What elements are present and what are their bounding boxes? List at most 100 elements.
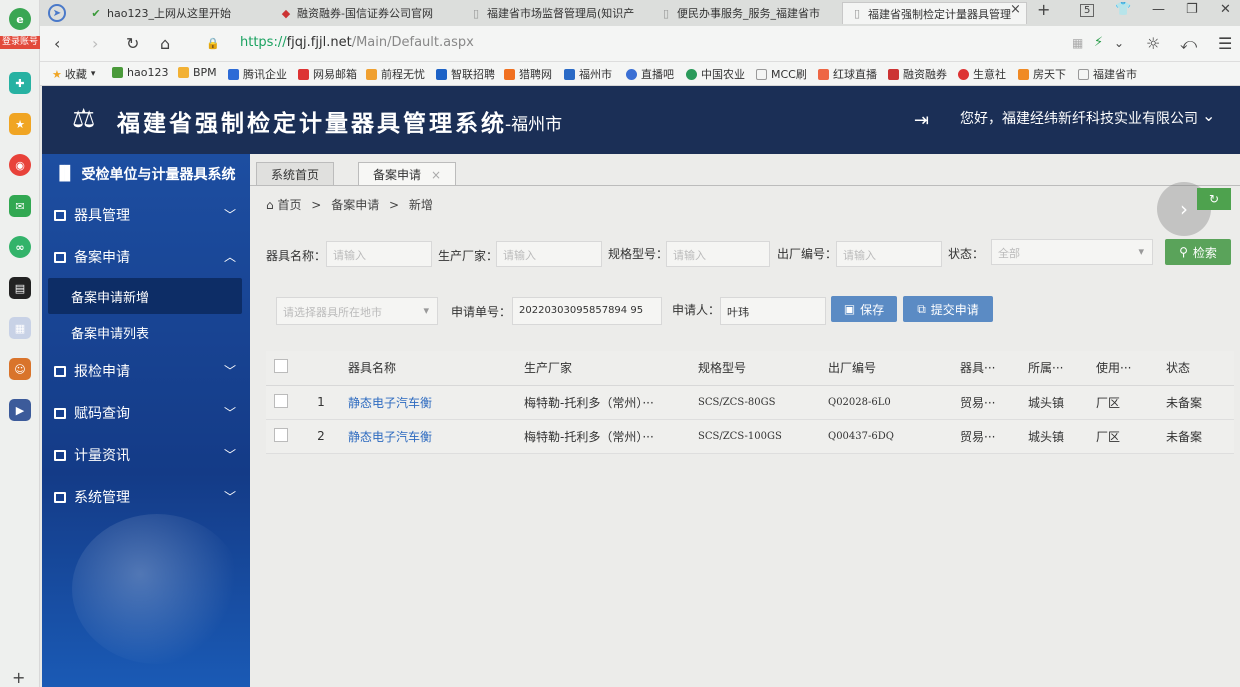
minimize-icon[interactable]: — [1152, 2, 1165, 17]
weibo-icon[interactable]: ◉ [9, 154, 31, 176]
bookmark-163mail[interactable]: 网易邮箱 [298, 66, 357, 82]
bookmark-bpm[interactable]: BPM [178, 66, 217, 79]
chevron-up-icon: ︿ [223, 250, 236, 264]
browser-tab-service[interactable]: ▯ 便民办事服务_服务_福建省市 [652, 2, 842, 24]
forward-icon[interactable]: › [92, 34, 98, 53]
liepin-icon [504, 68, 515, 80]
mail-app-icon[interactable]: ✉ [9, 195, 31, 217]
home-icon[interactable]: ⌂ [160, 34, 170, 53]
browser-tab-active[interactable]: ▯ 福建省强制检定计量器具管理 [842, 2, 1027, 24]
filter-model-input[interactable]: 请输入 [666, 241, 770, 267]
order-number-input[interactable]: 20220303095857894 95 [512, 297, 662, 325]
save-button[interactable]: ▣ 保存 [831, 296, 897, 322]
star-app-icon[interactable]: ★ [9, 113, 31, 135]
filter-maker-input[interactable]: 请输入 [496, 241, 602, 267]
table-row[interactable]: 2 静态电子汽车衡 梅特勒-托利多（常州）··· SCS/ZCS-100GS Q… [266, 419, 1234, 454]
col-belong[interactable]: 所属··· [1020, 351, 1088, 386]
brightness-icon[interactable]: ☼ [1146, 34, 1160, 53]
row-name-link[interactable]: 静态电子汽车衡 [340, 385, 516, 420]
lightning-icon[interactable]: ⚡ [1094, 35, 1103, 50]
select-all-checkbox[interactable] [274, 359, 288, 374]
restore-icon[interactable]: ❐ [1186, 2, 1198, 17]
sidebar-item-inspection[interactable]: 报检申请 ﹀ [42, 350, 250, 392]
col-type[interactable]: 器具··· [952, 351, 1020, 386]
bookmark-tencent[interactable]: 腾讯企业 [228, 66, 287, 82]
close-window-icon[interactable]: ✕ [1220, 2, 1231, 17]
reload-icon[interactable]: ↻ [126, 34, 139, 53]
tab-filing[interactable]: 备案申请 × [358, 162, 457, 186]
tab-close-icon[interactable]: × [1010, 2, 1021, 17]
news-app-icon[interactable]: ▤ [9, 277, 31, 299]
row-serial: Q02028-6L0 [820, 385, 952, 420]
col-name[interactable]: 器具名称 [340, 351, 516, 386]
new-tab-icon[interactable]: + [1037, 0, 1050, 19]
col-use[interactable]: 使用··· [1088, 351, 1158, 386]
bookmark-fuzhou[interactable]: 福州市 [564, 66, 612, 82]
order-number-label: 申请单号： [451, 305, 512, 319]
tab-home[interactable]: 系统首页 [256, 162, 335, 186]
guosen-icon [888, 68, 899, 80]
bookmark-zhibo8[interactable]: 直播吧 [626, 66, 674, 82]
sidebar-item-code-query[interactable]: 赋码查询 ﹀ [42, 392, 250, 434]
bookmark-100ppi[interactable]: 生意社 [958, 66, 1006, 82]
col-maker[interactable]: 生产厂家 [516, 351, 690, 386]
row-checkbox[interactable] [274, 427, 288, 442]
sidebar-item-news[interactable]: 计量资讯 ﹀ [42, 434, 250, 476]
close-icon[interactable]: × [431, 168, 441, 182]
game-app-icon[interactable]: ☺ [9, 358, 31, 380]
add-icon[interactable]: + [12, 668, 25, 687]
row-use: 厂区 [1088, 385, 1158, 420]
sidebar-item-equipment[interactable]: 器具管理 ﹀ [42, 194, 250, 236]
city-select[interactable]: 请选择器具所在地市 ▾ [276, 297, 438, 325]
bookmark-zhaopin[interactable]: 智联招聘 [436, 66, 495, 82]
back-icon[interactable]: ‹ [54, 34, 60, 53]
bookmark-hongqiu[interactable]: 红球直播 [818, 66, 877, 82]
link-app-icon[interactable]: ∞ [9, 236, 31, 258]
logout-icon[interactable]: ⇥ [914, 110, 929, 131]
skin-icon[interactable]: 👕 [1115, 2, 1131, 17]
table-row[interactable]: 1 静态电子汽车衡 梅特勒-托利多（常州）··· SCS/ZCS-80GS Q0… [266, 385, 1234, 420]
bookmark-favorites[interactable]: ★ 收藏 ▾ [52, 66, 95, 82]
sidebar-subitem-filing-list[interactable]: 备案申请列表 [42, 314, 250, 350]
chevron-down-icon[interactable]: ⌄ [1202, 106, 1215, 125]
qr-icon[interactable]: ▦ [1072, 36, 1083, 50]
login-badge[interactable]: 登录账号 [0, 36, 40, 49]
filter-serial-input[interactable]: 请输入 [836, 241, 942, 267]
bookmark-51job[interactable]: 前程无忧 [366, 66, 425, 82]
video-app-icon[interactable]: ▶ [9, 399, 31, 421]
doc-app-icon[interactable]: ▦ [9, 317, 31, 339]
bookmark-liepin[interactable]: 猎聘网 [504, 66, 552, 82]
submit-button[interactable]: ⧉ 提交申请 [903, 296, 993, 322]
search-button[interactable]: ⚲ 检索 [1165, 239, 1231, 265]
row-name-link[interactable]: 静态电子汽车衡 [340, 419, 516, 454]
bookmark-rzrq[interactable]: 融资融券 [888, 66, 947, 82]
col-status[interactable]: 状态 [1158, 351, 1234, 386]
chevron-down-icon: ﹀ [223, 406, 236, 420]
browser-tab-hao123[interactable]: ✔ hao123_上网从这里开始 [82, 2, 272, 24]
tab-count[interactable]: 5 [1080, 4, 1095, 17]
filter-status-select[interactable]: 全部 ▾ [991, 239, 1153, 265]
browser-tab-guosen[interactable]: ◆ 融资融券-国信证券公司官网 [272, 2, 462, 24]
user-greeting[interactable]: 您好，福建经纬新纤科技实业有限公司 [960, 108, 1198, 128]
undo-icon[interactable]: ⤺ [1180, 34, 1197, 54]
sidebar-item-system[interactable]: 系统管理 ﹀ [42, 476, 250, 518]
bookmark-fang[interactable]: 房天下 [1018, 66, 1066, 82]
col-model[interactable]: 规格型号 [690, 351, 820, 386]
menu-icon[interactable]: ☰ [1218, 34, 1232, 53]
browser-tab-market[interactable]: ▯ 福建省市场监督管理局(知识产 [462, 2, 652, 24]
dropdown-icon[interactable]: ⌄ [1114, 36, 1124, 50]
url-input[interactable]: https://fjqj.fjjl.net/Main/Default.aspx [240, 35, 474, 50]
bookmark-mcc[interactable]: MCC刷 [756, 66, 807, 82]
compass-icon[interactable]: ➤ [48, 4, 66, 22]
row-checkbox[interactable] [274, 393, 288, 408]
bookmark-fujian[interactable]: 福建省市 [1078, 66, 1137, 82]
sidebar-item-filing[interactable]: 备案申请 ︿ [42, 236, 250, 278]
bookmark-abc[interactable]: 中国农业 [686, 66, 745, 82]
refresh-button[interactable]: ↻ [1197, 188, 1231, 210]
filter-name-input[interactable]: 请输入 [326, 241, 432, 267]
applicant-input[interactable]: 叶玮 [720, 297, 826, 325]
plus-app-icon[interactable]: ✚ [9, 72, 31, 94]
bookmark-hao123[interactable]: hao123 [112, 66, 168, 79]
col-serial[interactable]: 出厂编号 [820, 351, 952, 386]
sidebar-subitem-filing-new[interactable]: 备案申请新增 [48, 278, 242, 314]
